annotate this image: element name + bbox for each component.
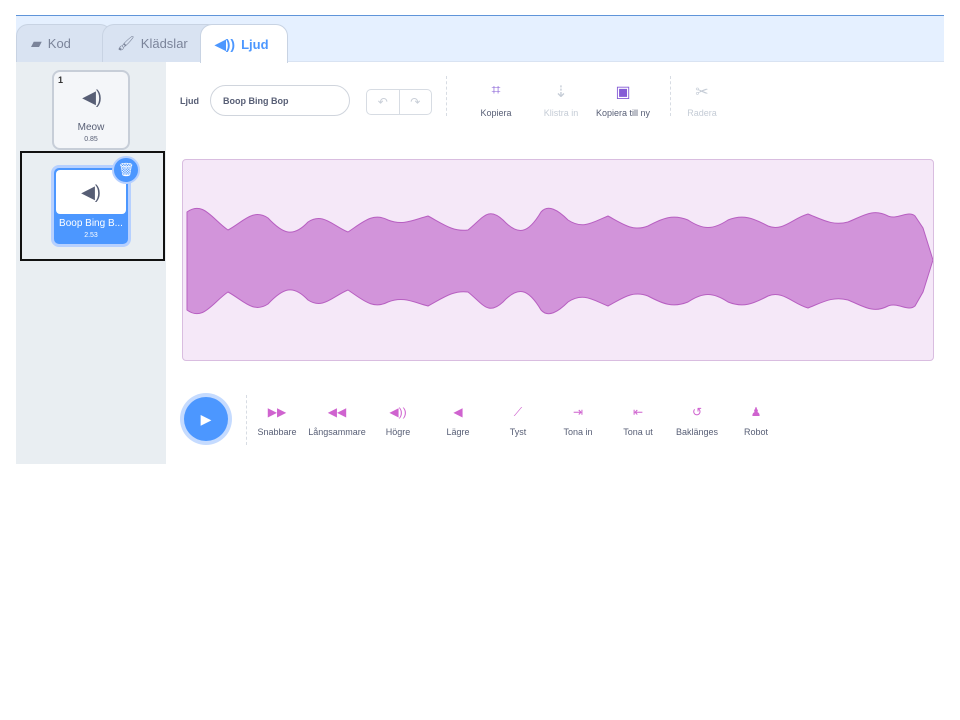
louder-icon: ◀)) [389, 405, 407, 419]
sound-name: Meow [77, 122, 105, 133]
effect-label: Robot [743, 427, 769, 437]
effect-softer-button[interactable]: ◀ Lägre [436, 405, 480, 437]
fade-out-icon: ⇤ [632, 405, 644, 419]
speaker-icon: ◀) [82, 86, 102, 107]
slower-icon: ◀◀ [327, 405, 347, 419]
softer-icon: ◀ [453, 405, 463, 419]
effect-label: Tona in [563, 427, 593, 437]
copy-to-new-label: Kopiera till ny [595, 108, 651, 118]
effect-label: Baklänges [675, 427, 719, 437]
redo-icon: ↷ [410, 95, 421, 109]
sound-editor: Ljud Boop Bing Bop ↶ ↷ ⌗ Kopiera ⇣ Klist… [166, 62, 944, 464]
sound-icon: ◀)) [215, 35, 236, 52]
tab-sounds[interactable]: ◀)) Ljud [200, 24, 288, 63]
effect-reverse-button[interactable]: ↺ Baklänges [672, 405, 722, 437]
undo-icon: ↶ [377, 95, 388, 109]
mute-icon: ⟋ [513, 405, 523, 419]
copy-label: Kopiera [480, 108, 512, 118]
reverse-icon: ↺ [691, 405, 703, 419]
sound-thumbnail: ◀) [58, 76, 126, 118]
paste-icon: ⇣ [554, 84, 568, 101]
effect-label: Lägre [446, 427, 470, 437]
delete-label: Radera [687, 108, 717, 118]
effect-label: Snabbare [257, 427, 297, 437]
effect-robot-button[interactable]: ♟ Robot [734, 405, 778, 437]
sound-name-input[interactable]: Boop Bing Bop [210, 85, 350, 116]
editor-tab-bar: ▰ Kod 🖌 Klädslar ◀)) Ljud [16, 16, 944, 63]
tab-code-label: Kod [47, 36, 71, 51]
effect-label: Tyst [509, 427, 527, 437]
effects-divider [246, 395, 247, 445]
copy-to-new-button[interactable]: ▣ Kopiera till ny [592, 82, 654, 118]
effect-label: Högre [385, 427, 411, 437]
effect-label: Tona ut [623, 427, 653, 437]
waveform-panel[interactable] [182, 159, 934, 361]
sound-list-sidebar: 1 ◀) Meow 0.85 2 ◀) Boop Bing B... 2.53 … [16, 62, 166, 464]
effect-mute-button[interactable]: ⟋ Tyst [496, 405, 540, 437]
toolbar-divider [670, 76, 671, 116]
fade-in-icon: ⇥ [572, 405, 584, 419]
undo-redo-group: ↶ ↷ [366, 89, 432, 115]
play-icon: ▶ [200, 410, 212, 427]
tab-costumes-label: Klädslar [140, 36, 188, 51]
delete-button[interactable]: ✂ Radera [680, 82, 724, 118]
undo-button[interactable]: ↶ [367, 90, 400, 114]
code-icon: ▰ [31, 35, 42, 51]
sound-name-label: Ljud [180, 96, 199, 106]
paste-button[interactable]: ⇣ Klistra in [536, 82, 586, 118]
tab-sounds-label: Ljud [241, 36, 269, 52]
faster-icon: ▶▶ [267, 405, 287, 419]
sound-duration: 0.85 [84, 136, 98, 143]
brush-icon: 🖌 [117, 35, 135, 51]
robot-icon: ♟ [750, 405, 762, 419]
effect-louder-button[interactable]: ◀)) Högre [376, 405, 420, 437]
effect-fade-in-button[interactable]: ⇥ Tona in [556, 405, 600, 437]
effect-faster-button[interactable]: ▶▶ Snabbare [254, 405, 300, 437]
selection-highlight [20, 151, 165, 261]
effect-slower-button[interactable]: ◀◀ Långsammare [304, 405, 370, 437]
sound-item-meow[interactable]: 1 ◀) Meow 0.85 [52, 70, 130, 150]
play-button[interactable]: ▶ [184, 397, 228, 441]
effect-label: Långsammare [308, 427, 366, 437]
tab-code[interactable]: ▰ Kod [16, 24, 112, 62]
scissors-icon: ✂ [695, 84, 709, 101]
waveform [186, 207, 933, 315]
effect-fade-out-button[interactable]: ⇤ Tona ut [616, 405, 660, 437]
waveform-shape [186, 207, 933, 315]
redo-button[interactable]: ↷ [400, 90, 432, 114]
copy-button[interactable]: ⌗ Kopiera [474, 82, 518, 118]
copy-icon: ⌗ [491, 82, 501, 99]
toolbar-divider [446, 76, 447, 116]
paste-label: Klistra in [543, 108, 579, 118]
copy-to-new-icon: ▣ [615, 84, 631, 101]
